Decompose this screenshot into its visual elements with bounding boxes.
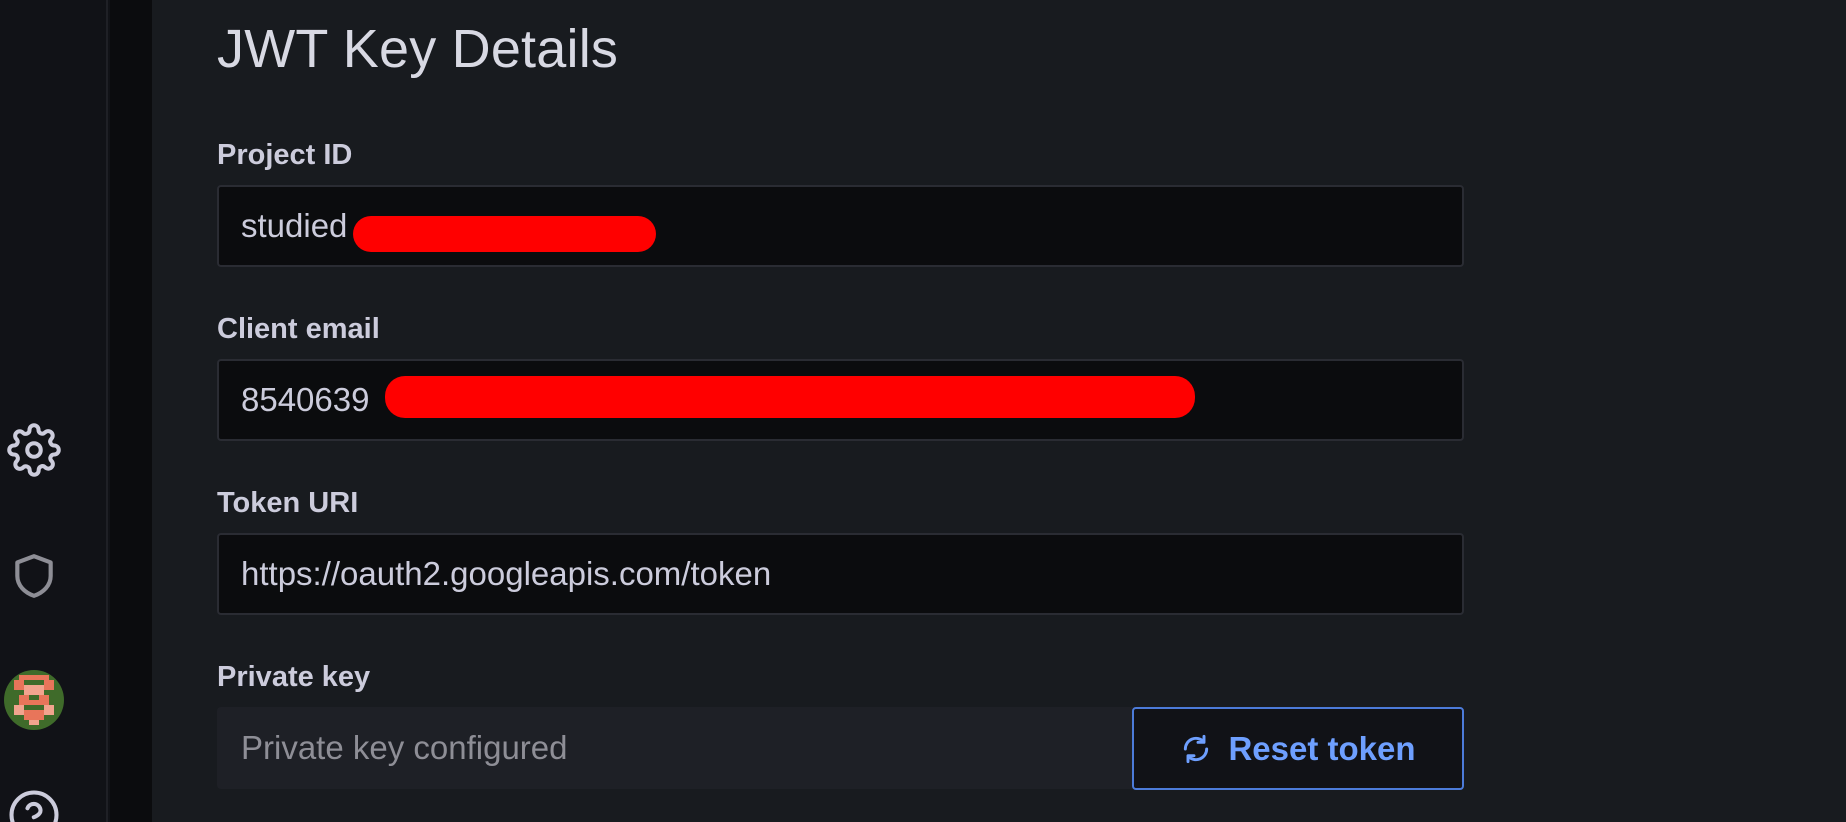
- reset-token-button[interactable]: Reset token: [1132, 707, 1464, 790]
- private-key-placeholder: Private key configured: [241, 729, 568, 766]
- shield-icon[interactable]: [4, 546, 64, 606]
- private-key-label: Private key: [217, 661, 371, 693]
- help-icon[interactable]: [4, 785, 64, 822]
- avatar[interactable]: [4, 670, 64, 730]
- gear-icon[interactable]: [4, 420, 64, 480]
- project-id-label: Project ID: [217, 139, 353, 171]
- client-email-label: Client email: [217, 313, 380, 345]
- main-content: JWT Key Details Project ID studied Clien…: [152, 0, 1846, 822]
- private-key-input: Private key configured: [217, 707, 1137, 789]
- sidebar-divider: [110, 0, 152, 822]
- app-root: JWT Key Details Project ID studied Clien…: [0, 0, 1846, 822]
- token-uri-input[interactable]: https://oauth2.googleapis.com/token: [217, 533, 1464, 615]
- client-email-value: 8540639: [241, 381, 370, 418]
- reset-token-label: Reset token: [1228, 729, 1416, 767]
- token-uri-label: Token URI: [217, 487, 359, 519]
- redaction-mark: [353, 216, 656, 252]
- project-id-value: studied: [241, 207, 348, 244]
- redaction-mark: [385, 376, 1195, 418]
- refresh-icon: [1180, 733, 1212, 765]
- page-title: JWT Key Details: [217, 19, 619, 79]
- token-uri-value: https://oauth2.googleapis.com/token: [241, 555, 772, 592]
- sidebar-rail: [0, 0, 108, 822]
